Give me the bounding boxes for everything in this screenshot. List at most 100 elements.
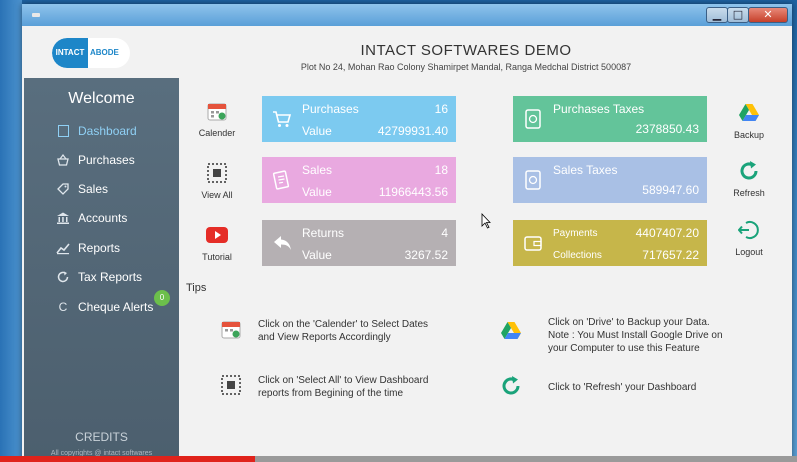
purchases-value: 42799931.40	[377, 124, 448, 138]
welcome-heading: Welcome	[68, 90, 135, 107]
tip-refresh-text: Click to 'Refresh' your Dashboard	[548, 381, 778, 394]
purchases-taxes-card[interactable]: Purchases Taxes 2378850.43	[513, 96, 707, 142]
google-drive-icon	[501, 322, 521, 339]
basket-icon	[56, 153, 70, 167]
tax-receipt-icon	[525, 109, 541, 129]
logo-left-text: INTACT	[52, 38, 88, 68]
square-outline-icon	[56, 124, 70, 138]
tip-calender-text: Click on the 'Calender' to Select Dates …	[258, 318, 498, 344]
refresh-icon	[56, 270, 70, 284]
company-logo: INTACT ABODE	[52, 38, 130, 68]
refresh-button[interactable]: Refresh	[724, 160, 774, 202]
backup-button[interactable]: Backup	[724, 102, 774, 144]
sidebar-item-label: Sales	[78, 182, 109, 196]
shopping-cart-icon	[273, 111, 292, 127]
cheque-alerts-badge: 0	[154, 290, 170, 306]
tip-select-all-line-1: Click on 'Select All' to View Dashboard	[258, 375, 429, 386]
returns-count: 4	[441, 226, 448, 240]
mouse-cursor-icon	[481, 213, 491, 229]
purchases-taxes-value: 2378850.43	[635, 122, 699, 136]
calendar-icon	[207, 103, 227, 121]
sales-value-label: Value	[302, 185, 332, 199]
sales-taxes-card[interactable]: Sales Taxes 589947.60	[513, 157, 707, 203]
payments-value: 4407407.20	[635, 226, 699, 240]
sidebar-item-dashboard[interactable]: Dashboard	[56, 121, 176, 141]
purchases-card[interactable]: Purchases 16 Value 42799931.40	[262, 96, 456, 142]
maximize-button[interactable]: □	[727, 7, 749, 23]
close-button[interactable]: ✕	[748, 7, 788, 23]
tip-drive-line-3: your Computer to use this Feature	[548, 343, 700, 354]
collections-label: Collections	[553, 250, 602, 261]
sidebar-item-tax-reports[interactable]: Tax Reports	[56, 267, 176, 287]
tip-select-all-text: Click on 'Select All' to View Dashboard …	[258, 374, 498, 400]
video-progress-bar[interactable]	[0, 456, 797, 462]
sales-taxes-title: Sales Taxes	[553, 163, 618, 177]
c-icon: C	[58, 300, 68, 314]
window-titlebar[interactable]: ▁ □ ✕	[22, 4, 792, 26]
chart-icon	[56, 241, 70, 255]
tip-calender-line-2: and View Reports Accordingly	[258, 332, 391, 343]
calender-button[interactable]: Calender	[192, 100, 242, 142]
sales-card[interactable]: Sales 18 Value 11966443.56	[262, 157, 456, 203]
sidebar-item-purchases[interactable]: Purchases	[56, 150, 176, 170]
sidebar-item-label: Tax Reports	[78, 270, 143, 284]
calender-label: Calender	[198, 128, 236, 138]
tutorial-button[interactable]: Tutorial	[192, 224, 242, 266]
returns-title: Returns	[302, 226, 345, 240]
sidebar-item-reports[interactable]: Reports	[56, 238, 176, 258]
company-name: INTACT SOFTWARES DEMO	[360, 42, 572, 59]
refresh-icon	[740, 161, 758, 180]
view-all-label: View All	[201, 190, 233, 200]
google-drive-icon	[739, 104, 759, 121]
payments-collections-card[interactable]: Payments 4407407.20 Collections 717657.2…	[513, 220, 707, 266]
sidebar-item-accounts[interactable]: Accounts	[56, 208, 176, 228]
logout-button[interactable]: Logout	[724, 219, 774, 261]
view-all-button[interactable]: View All	[192, 162, 242, 204]
purchases-title: Purchases	[302, 102, 359, 116]
app-window-icon	[32, 13, 40, 17]
tip-drive-text: Click on 'Drive' to Backup your Data. No…	[548, 316, 778, 355]
return-arrow-icon	[274, 236, 291, 250]
logo-right-text: ABODE	[90, 48, 119, 57]
sidebar-item-sales[interactable]: Sales	[56, 179, 176, 199]
sidebar-item-label: Accounts	[78, 211, 128, 225]
tip-calender-line-1: Click on the 'Calender' to Select Dates	[258, 319, 429, 330]
bank-icon	[56, 211, 70, 225]
sidebar-item-label: Reports	[78, 241, 121, 255]
video-progress-fill	[0, 456, 256, 462]
logout-label: Logout	[735, 247, 763, 257]
sales-taxes-value: 589947.60	[642, 183, 699, 197]
sidebar: Welcome Dashboard Purchases Sales Accoun…	[24, 78, 179, 462]
returns-value: 3267.52	[404, 248, 448, 262]
backup-label: Backup	[733, 130, 765, 140]
sidebar-item-label: Cheque Alerts	[78, 300, 154, 314]
sidebar-item-label: Purchases	[78, 153, 135, 167]
calendar-icon	[221, 321, 241, 339]
youtube-icon	[206, 227, 228, 243]
wallet-icon	[524, 236, 542, 251]
refresh-label: Refresh	[733, 188, 765, 198]
sales-title: Sales	[302, 163, 333, 177]
select-all-icon	[221, 375, 241, 395]
tip-drive-line-2: Note : You Must Install Google Drive on	[548, 330, 723, 341]
purchases-count: 16	[434, 102, 448, 116]
returns-card[interactable]: Returns 4 Value 3267.52	[262, 220, 456, 266]
tip-select-all-line-2: reports from Begining of the time	[258, 388, 404, 399]
payments-label: Payments	[553, 228, 598, 239]
minimize-button[interactable]: ▁	[706, 7, 728, 23]
app-window: ▁ □ ✕ INTACT ABODE INTACT SOFTWARES DEMO…	[22, 4, 792, 462]
desktop-edge	[0, 0, 22, 462]
sidebar-item-label: Dashboard	[78, 124, 137, 138]
collections-value: 717657.22	[642, 248, 699, 262]
tip-drive-line-1: Click on 'Drive' to Backup your Data.	[548, 317, 710, 328]
tips-heading: Tips	[186, 282, 207, 294]
sales-value: 11966443.56	[378, 185, 448, 199]
credits-link[interactable]: CREDITS	[24, 430, 179, 444]
receipt-icon	[272, 170, 290, 190]
select-all-icon	[207, 163, 227, 183]
returns-value-label: Value	[302, 248, 332, 262]
tutorial-label: Tutorial	[202, 252, 232, 262]
tax-receipt-icon	[525, 170, 541, 190]
app-header: INTACT ABODE INTACT SOFTWARES DEMO Plot …	[22, 26, 792, 78]
refresh-icon	[502, 376, 520, 395]
